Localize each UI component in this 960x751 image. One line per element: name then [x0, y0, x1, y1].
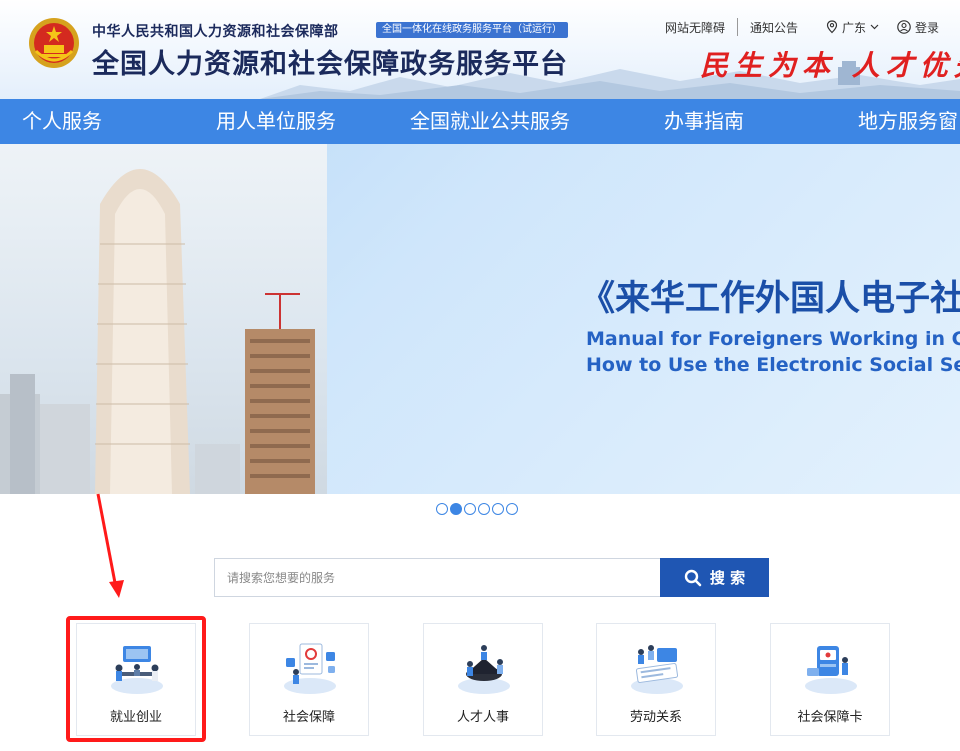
nav-personal-services[interactable]: 个人服务 — [22, 99, 102, 144]
service-card-talent[interactable]: 人才人事 — [423, 623, 543, 736]
divider — [737, 18, 739, 36]
service-card-social-security[interactable]: 社会保障 — [249, 623, 369, 736]
login-label: 登录 — [915, 20, 940, 35]
banner-subtitle-1: Manual for Foreigners Working in Chi — [586, 328, 960, 350]
labor-relations-icon — [631, 645, 683, 694]
user-icon — [897, 20, 911, 34]
carousel-dot[interactable] — [464, 503, 476, 515]
main-nav: 个人服务 用人单位服务 全国就业公共服务 办事指南 地方服务窗 — [0, 99, 960, 144]
highlight-box — [66, 616, 206, 742]
city-skyline-image — [0, 144, 327, 494]
carousel-dots — [436, 503, 518, 515]
carousel-dot[interactable] — [436, 503, 448, 515]
service-card-labor-relations[interactable]: 劳动关系 — [596, 623, 716, 736]
national-emblem-icon — [29, 18, 79, 68]
service-label: 社会保障 — [282, 710, 335, 725]
location-selector[interactable]: 广东 — [826, 19, 879, 36]
service-label: 劳动关系 — [629, 710, 682, 725]
search-button-label: 搜 索 — [709, 569, 746, 587]
top-links: 网站无障碍 通知公告 广东 登录 — [665, 18, 939, 36]
notice-link[interactable]: 通知公告 — [750, 19, 798, 36]
search-icon — [684, 569, 702, 586]
location-label: 广东 — [842, 20, 867, 35]
login-link[interactable]: 登录 — [897, 19, 939, 36]
nav-employer-services[interactable]: 用人单位服务 — [216, 99, 336, 144]
social-security-card-icon — [805, 646, 857, 694]
talent-icon — [458, 645, 510, 694]
location-pin-icon — [826, 20, 838, 34]
accessibility-link[interactable]: 网站无障碍 — [665, 19, 725, 36]
ministry-name: 中华人民共和国人力资源和社会保障部 — [92, 24, 339, 40]
annotation-arrow-icon — [96, 493, 124, 598]
banner-title: 《来华工作外国人电子社 — [580, 279, 960, 319]
platform-title[interactable]: 全国人力资源和社会保障政务服务平台 — [92, 42, 568, 81]
service-card-social-security-card[interactable]: 社会保障卡 — [770, 623, 890, 736]
skyscraper-illustration — [0, 169, 315, 494]
service-label: 社会保障卡 — [797, 710, 863, 725]
chevron-down-icon — [870, 24, 879, 30]
platform-tag: 全国一体化在线政务服务平台（试运行） — [376, 22, 568, 38]
nav-service-guide[interactable]: 办事指南 — [664, 99, 744, 144]
carousel-dot[interactable] — [506, 503, 518, 515]
search-button[interactable]: 搜 索 — [660, 558, 769, 597]
nav-employment-public-services[interactable]: 全国就业公共服务 — [410, 99, 570, 144]
service-search: 搜 索 — [214, 558, 769, 597]
search-input[interactable] — [214, 558, 660, 597]
carousel-dot[interactable] — [478, 503, 490, 515]
carousel-dot[interactable] — [492, 503, 504, 515]
slogan: 民生为本 人才优先 — [700, 49, 960, 82]
service-label: 人才人事 — [456, 710, 509, 725]
nav-local-service-window[interactable]: 地方服务窗 — [858, 99, 958, 144]
banner-subtitle-2: How to Use the Electronic Social Secu — [586, 354, 960, 376]
social-security-icon — [284, 643, 336, 694]
site-header: 中华人民共和国人力资源和社会保障部 全国一体化在线政务服务平台（试运行） 全国人… — [0, 0, 960, 99]
carousel-dot-active[interactable] — [450, 503, 462, 515]
hero-banner[interactable]: 《来华工作外国人电子社 Manual for Foreigners Workin… — [0, 144, 960, 494]
